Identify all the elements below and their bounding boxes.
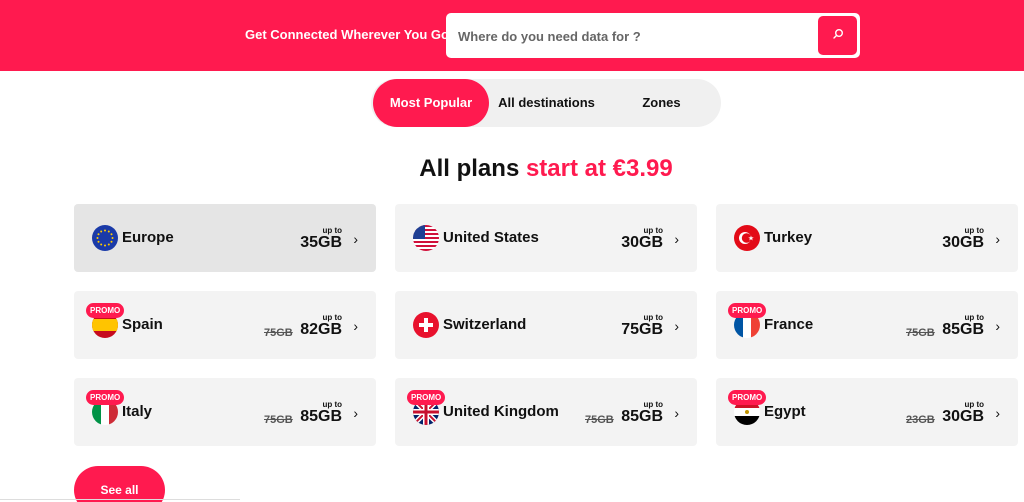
search-box [446,13,860,58]
chevron-right-icon: › [353,318,358,334]
data-amount: 75GB [621,321,663,338]
search-icon [832,28,844,43]
chevron-right-icon: › [995,231,1000,247]
tab-all-destinations[interactable]: All destinations [489,79,604,127]
destination-name: Egypt [764,403,806,420]
chevron-right-icon: › [353,405,358,421]
destination-name: Spain [122,316,163,333]
old-data-amount: 75GB [906,327,935,339]
chevron-right-icon: › [353,231,358,247]
destination-name: France [764,316,814,333]
destination-card-united-states[interactable]: United States up to 30GB › [395,204,697,272]
divider [0,499,240,500]
banner-title: Get Connected Wherever You Go [245,27,449,42]
data-amount: 35GB [300,234,342,251]
promo-badge: PROMO [86,303,125,318]
old-data-amount: 23GB [906,414,935,426]
destination-card-france[interactable]: PROMO France up to 75GB 85GB › [716,291,1018,359]
see-all-button[interactable]: See all [74,466,165,502]
destination-tabs: Most Popular All destinations Zones [371,79,721,127]
old-data-amount: 75GB [264,327,293,339]
chevron-right-icon: › [674,405,679,421]
headline-price: start at €3.99 [525,155,673,182]
destination-name: Turkey [764,229,813,246]
data-amount: 85GB [942,321,984,338]
promo-badge: PROMO [728,303,767,318]
destination-card-egypt[interactable]: PROMO Egypt up to 23GB 30GB › [716,378,1018,446]
old-data-amount: 75GB [264,414,293,426]
data-amount: 82GB [300,321,342,338]
tab-most-popular[interactable]: Most Popular [373,79,489,127]
europe-flag-icon [92,225,118,251]
search-input[interactable] [458,25,808,47]
chevron-right-icon: › [674,231,679,247]
search-button[interactable] [818,16,857,55]
destination-card-switzerland[interactable]: Switzerland up to 75GB › [395,291,697,359]
destination-name: Italy [122,403,153,420]
switzerland-flag-icon [413,312,439,338]
us-flag-icon [413,225,439,251]
destination-card-spain[interactable]: PROMO Spain up to 75GB 82GB › [74,291,376,359]
tab-zones[interactable]: Zones [604,79,719,127]
promo-badge: PROMO [86,390,125,405]
data-amount: 30GB [621,234,663,251]
destination-card-turkey[interactable]: Turkey up to 30GB › [716,204,1018,272]
plans-headline: All plans start at €3.99 [0,155,1024,183]
chevron-right-icon: › [995,405,1000,421]
top-banner: Get Connected Wherever You Go [0,0,1024,71]
data-amount: 30GB [942,234,984,251]
data-amount: 85GB [300,408,342,425]
destination-card-europe[interactable]: Europe up to 35GB › [74,204,376,272]
old-data-amount: 75GB [585,414,614,426]
destination-name: Europe [122,229,174,246]
destination-name: United Kingdom [443,403,559,420]
destination-card-united-kingdom[interactable]: PROMO United Kingdom up to 75GB 85GB › [395,378,697,446]
headline-prefix: All plans [419,155,526,182]
chevron-right-icon: › [674,318,679,334]
data-amount: 85GB [621,408,663,425]
turkey-flag-icon [734,225,760,251]
destination-card-italy[interactable]: PROMO Italy up to 75GB 85GB › [74,378,376,446]
destination-name: United States [443,229,539,246]
destination-name: Switzerland [443,316,527,333]
promo-badge: PROMO [728,390,767,405]
promo-badge: PROMO [407,390,446,405]
data-amount: 30GB [942,408,984,425]
chevron-right-icon: › [995,318,1000,334]
